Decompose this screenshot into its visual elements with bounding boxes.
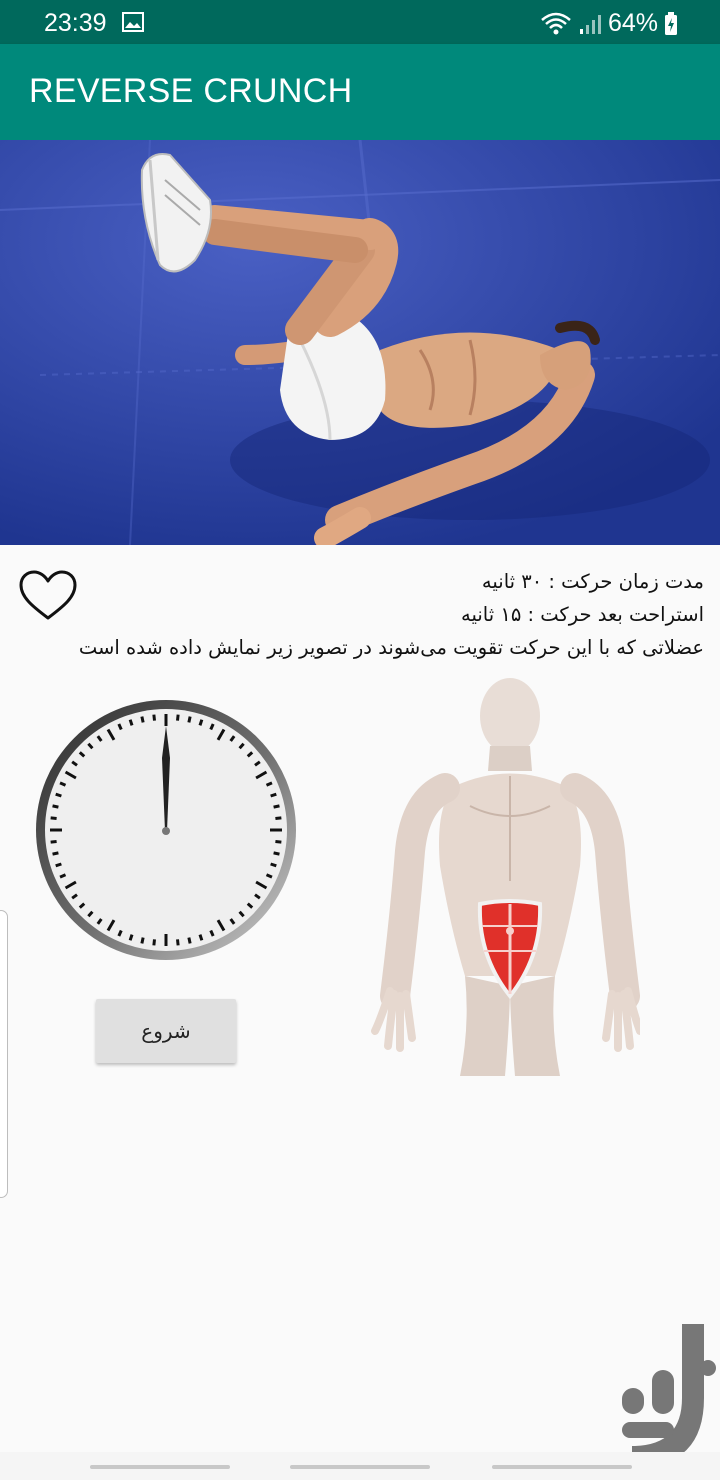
stopwatch-tick	[128, 934, 134, 941]
gallery-icon	[122, 12, 144, 32]
stopwatch-tick	[187, 716, 192, 723]
stopwatch-tick	[140, 716, 145, 723]
heart-outline-icon[interactable]	[18, 570, 78, 622]
reverse-crunch-illustration	[0, 140, 720, 545]
stopwatch-dial	[36, 700, 296, 960]
status-time: 23:39	[44, 9, 107, 37]
side-drawer-handle[interactable]	[0, 910, 8, 1198]
stopwatch-tick	[198, 719, 204, 726]
stopwatch-tick	[270, 862, 277, 868]
stopwatch-tick	[176, 714, 180, 721]
stopwatch-tick	[273, 851, 280, 856]
status-right: 64%	[540, 9, 678, 38]
stopwatch-tick	[198, 934, 204, 941]
status-bar: 23:39 64%	[0, 0, 720, 44]
wifi-icon	[541, 12, 571, 34]
page-title: REVERSE CRUNCH	[29, 72, 353, 110]
stopwatch-tick	[187, 937, 192, 944]
nav-recents-indicator[interactable]	[492, 1465, 632, 1469]
duration-text: مدت زمان حرکت : ۳۰ ثانیه	[481, 570, 704, 593]
battery-charging-icon	[665, 11, 677, 35]
stopwatch-tick	[55, 792, 62, 798]
stopwatch-tick	[152, 939, 156, 946]
signal-icon	[579, 14, 601, 34]
muscles-text: عضلاتی که با این حرکت تقویت می‌شوند در ت…	[78, 636, 704, 659]
stopwatch-tick	[50, 816, 57, 820]
stopwatch-tick	[55, 862, 62, 868]
system-navigation-bar	[0, 1452, 720, 1480]
exercise-image	[0, 140, 720, 545]
stopwatch-tick	[176, 939, 180, 946]
stopwatch-tick	[152, 714, 156, 721]
start-button[interactable]: شروع	[96, 999, 236, 1063]
stopwatch-tick	[128, 719, 134, 726]
bazaar-logo-icon	[622, 1324, 716, 1468]
battery-percent: 64%	[607, 9, 658, 37]
nav-back-indicator[interactable]	[90, 1465, 230, 1469]
nav-home-indicator[interactable]	[290, 1465, 430, 1469]
muscle-anatomy-figure	[371, 678, 640, 1076]
app-bar: REVERSE CRUNCH	[0, 44, 720, 140]
stopwatch-tick	[270, 792, 277, 798]
stopwatch-tick	[275, 840, 282, 844]
stopwatch-tick	[52, 851, 59, 856]
exercise-info: مدت زمان حرکت : ۳۰ ثانیه استراحت بعد حرک…	[20, 565, 704, 664]
stopwatch-tick	[275, 816, 282, 820]
stopwatch-tick	[140, 937, 145, 944]
stopwatch-tick	[50, 840, 57, 844]
rest-text: استراحت بعد حرکت : ۱۵ ثانیه	[461, 603, 704, 626]
stopwatch-tick	[273, 804, 280, 809]
stopwatch-tick	[52, 804, 59, 809]
